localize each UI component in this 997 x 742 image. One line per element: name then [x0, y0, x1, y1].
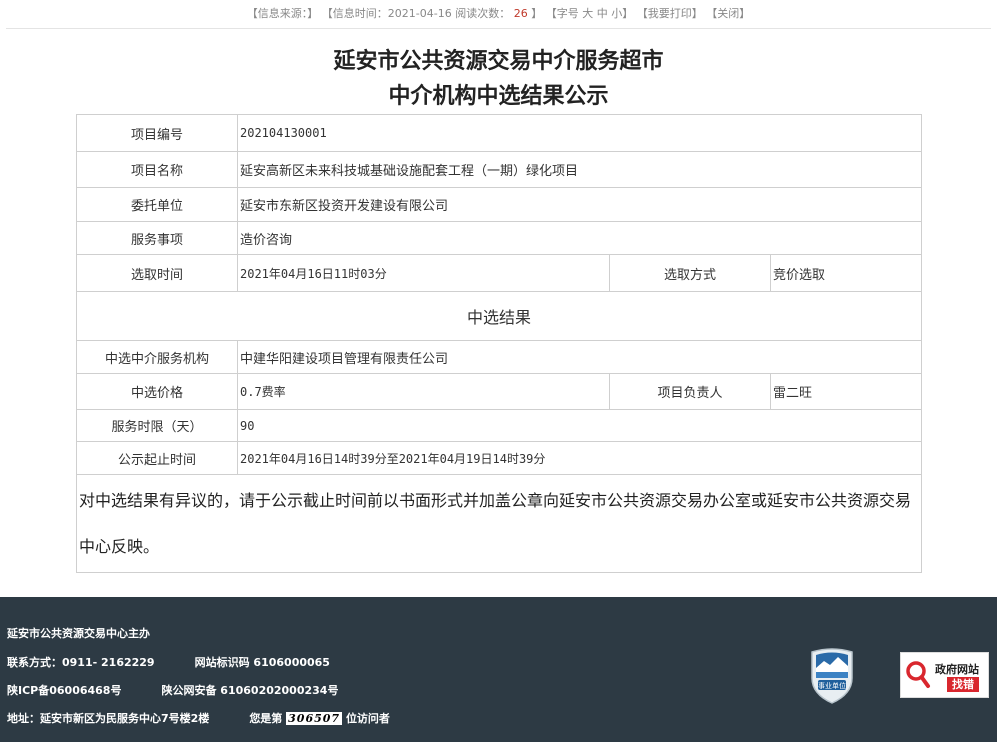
table-row: 委托单位 延安市东新区投资开发建设有限公司: [76, 187, 923, 222]
footer-police[interactable]: 陕公网安备 61060202000234号: [161, 684, 338, 697]
font-small-link[interactable]: 小】: [611, 7, 633, 20]
agency-label: 中选中介服务机构: [76, 340, 238, 374]
leader-value: 雷二旺: [769, 373, 923, 410]
table-row: 公示起止时间 2021年04月16日14时39分至2021年04月19日14时3…: [76, 441, 923, 475]
select-time-value: 2021年04月16日11时03分: [237, 254, 610, 292]
info-views-close: 】: [531, 7, 543, 20]
divider: [6, 28, 991, 29]
footer-icp[interactable]: 陕ICP备06006468号: [7, 684, 121, 697]
font-size-label: 【字号: [545, 7, 579, 20]
notice-value: 2021年04月16日14时39分至2021年04月19日14时39分: [236, 441, 923, 475]
findbox-action: 找错: [947, 677, 979, 692]
select-method-value: 竞价选取: [769, 254, 923, 292]
info-bar: 【信息来源：】 【信息时间：2021-04-16 阅读次数： 26 】 【字号 …: [0, 0, 997, 28]
close-link[interactable]: 【关闭】: [706, 7, 750, 20]
page-subtitle: 中介机构中选结果公示: [388, 84, 609, 109]
table-row: 选取时间 2021年04月16日11时03分 选取方式 竞价选取: [76, 254, 923, 292]
table-row: 中选价格 0.7费率 项目负责人 雷二旺: [76, 373, 923, 410]
period-label: 服务时限（天）: [76, 409, 238, 442]
select-method-label: 选取方式: [609, 254, 771, 292]
table-row: 服务事项 造价咨询: [76, 221, 923, 255]
project-name-value: 延安高新区未来科技城基础设施配套工程（一期）绿化项目: [236, 151, 923, 188]
client-value: 延安市东新区投资开发建设有限公司: [236, 187, 923, 222]
table-row: 对中选结果有异议的，请于公示截止时间前以书面形式并加盖公章向延安市公共资源交易办…: [75, 474, 923, 573]
visitor-suffix: 位访问者: [345, 712, 390, 725]
table-row: 服务时限（天） 90: [76, 409, 923, 442]
price-label: 中选价格: [76, 373, 238, 410]
client-label: 委托单位: [76, 187, 238, 222]
table-row: 中选中介服务机构 中建华阳建设项目管理有限责任公司: [76, 340, 923, 374]
public-institution-badge-icon[interactable]: 事业单位: [808, 646, 856, 704]
info-source: 【信息来源：】: [246, 7, 319, 20]
service-value: 造价咨询: [236, 221, 923, 255]
table-row: 项目名称 延安高新区未来科技城基础设施配套工程（一期）绿化项目: [76, 151, 923, 188]
period-value: 90: [236, 409, 923, 442]
project-no-value: 202104130001: [236, 114, 923, 152]
section-title: 中选结果: [75, 291, 923, 341]
font-large-link[interactable]: 大: [582, 7, 593, 20]
footer-contact: 联系方式：0911- 2162229: [7, 656, 155, 669]
visitor-prefix: 您是第: [249, 712, 283, 725]
info-views-label: 阅读次数：: [455, 7, 511, 20]
agency-value: 中建华阳建设项目管理有限责任公司: [236, 340, 923, 374]
page-title: 延安市公共资源交易中介服务超市: [333, 49, 664, 74]
visitor-counter: 306507: [286, 712, 343, 725]
badge-label: 事业单位: [818, 681, 846, 690]
table-row: 中选结果: [75, 291, 923, 341]
price-value: 0.7费率: [237, 373, 610, 410]
findbox-title: 政府网站: [935, 663, 979, 676]
notice-label: 公示起止时间: [76, 441, 238, 475]
project-no-label: 项目编号: [76, 114, 238, 152]
footer-site-id: 网站标识码 6106000065: [194, 656, 330, 669]
footer-address: 地址：延安市新区为民服务中心7号楼2楼: [7, 712, 210, 725]
footer-line-4: 地址：延安市新区为民服务中心7号楼2楼 您是第 306507 位访问者: [7, 710, 390, 726]
info-views: 26: [513, 7, 528, 20]
info-time: 【信息时间：2021-04-16: [321, 7, 452, 20]
footer-line-2: 联系方式：0911- 2162229 网站标识码 6106000065: [7, 654, 330, 670]
font-medium-link[interactable]: 中: [597, 7, 608, 20]
footer-host: 延安市公共资源交易中心主办: [7, 627, 150, 640]
magnifier-icon: [905, 658, 931, 692]
service-label: 服务事项: [76, 221, 238, 255]
select-time-label: 选取时间: [76, 254, 238, 292]
project-name-label: 项目名称: [76, 151, 238, 188]
leader-label: 项目负责人: [609, 373, 771, 410]
objection-note: 对中选结果有异议的，请于公示截止时间前以书面形式并加盖公章向延安市公共资源交易办…: [75, 474, 923, 573]
print-link[interactable]: 【我要打印】: [637, 7, 703, 20]
result-table: 项目编号 202104130001 项目名称 延安高新区未来科技城基础设施配套工…: [75, 114, 923, 573]
footer-line-3: 陕ICP备06006468号 陕公网安备 61060202000234号: [7, 682, 338, 698]
table-row: 项目编号 202104130001: [76, 114, 923, 152]
gov-site-error-report-button[interactable]: 政府网站 找错: [900, 652, 989, 698]
